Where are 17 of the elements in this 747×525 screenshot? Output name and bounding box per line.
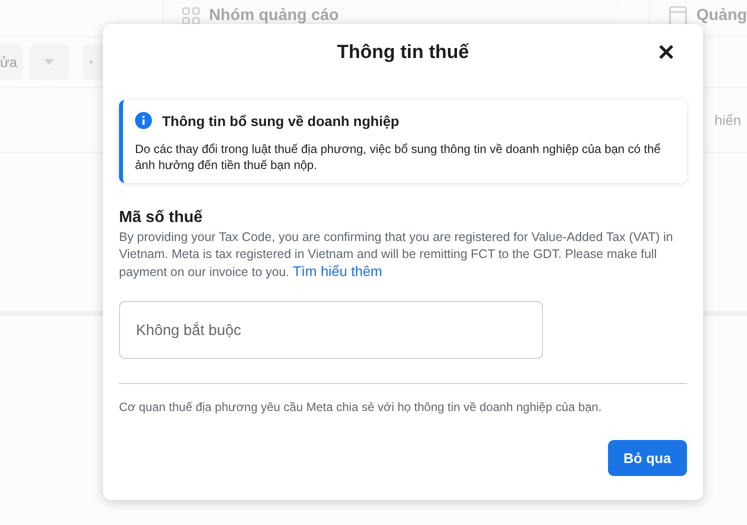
caret-icon <box>43 58 56 66</box>
grid-icon <box>181 6 201 26</box>
description-text: By providing your Tax Code, you are confirming that you are registered for Value-Added Tax (VAT) in Vietnam. Meta is tax registered in Vietnam and will be remitting FCT to the GDT. Please make full payment on our invoice to you. Tìm hiểu thêm <box>119 229 674 281</box>
background-text: hiển <box>714 112 741 128</box>
footnote-text: Cơ quan thuế địa phương yêu cầu Meta chia sẻ với họ thông tin về doanh nghiệp của bạn. <box>119 400 603 414</box>
dropdown-button[interactable] <box>29 44 70 80</box>
skip-button[interactable]: Bỏ qua <box>608 440 687 476</box>
more-icon <box>89 60 96 64</box>
learn-more-link[interactable]: Tìm hiểu thêm <box>292 263 382 279</box>
close-button[interactable]: ✕ <box>657 40 675 66</box>
info-icon <box>135 112 152 129</box>
tax-code-field[interactable]: Không bắt buộc <box>119 301 543 359</box>
background-button[interactable]: ửa <box>0 44 24 80</box>
section-title: Mã số thuế <box>119 209 204 227</box>
dialog-title: Thông tin thuế <box>337 42 469 64</box>
notice-title: Thông tin bổ sung về doanh nghiệp <box>162 112 400 128</box>
notice-text: Do các thay đổi trong luật thuế địa phương, việc bổ sung thông tin về doanh nghiệp của bạn có thể ảnh hưởng đến tiền thuế bạn nộp. <box>135 141 662 173</box>
